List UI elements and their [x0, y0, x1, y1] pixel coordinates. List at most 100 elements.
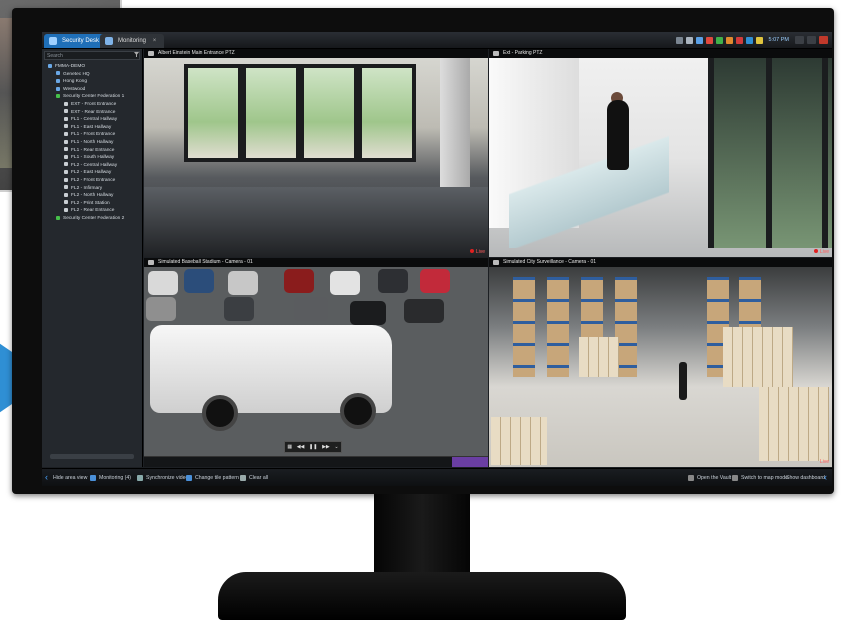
tile-caption: Simulated City Surveillance - Camera - 0…: [489, 258, 832, 267]
change-tile-pattern-button[interactable]: Change tile pattern: [186, 473, 239, 483]
close-tab-icon[interactable]: ×: [153, 38, 157, 44]
tree-item[interactable]: FL1 - South Hallway: [44, 154, 140, 162]
tree-item[interactable]: FMMA-DEMO: [44, 63, 140, 71]
tile-caption: Albert Einstein Main Entrance PTZ: [144, 49, 488, 58]
synchronize-label: Synchronize video: [146, 475, 189, 481]
video-tile-3[interactable]: Simulated Baseball Stadium - Camera - 01: [144, 258, 488, 467]
forward-icon[interactable]: ▶▶: [322, 444, 330, 450]
video-frame: [144, 267, 488, 467]
video-tile-1[interactable]: Albert Einstein Main Entrance PTZ Live: [144, 49, 488, 257]
tree-item[interactable]: FL2 - Print Station: [44, 200, 140, 208]
globe-icon[interactable]: [745, 36, 753, 44]
video-frame: [144, 58, 488, 257]
tree-item[interactable]: FL1 - Rear Entrance: [44, 147, 140, 155]
search-input[interactable]: Search: [44, 51, 140, 60]
tree-item[interactable]: EXT - Rear Entrance: [44, 109, 140, 117]
timeline-marker[interactable]: [452, 457, 488, 467]
person: [607, 100, 629, 170]
chevron-right-icon[interactable]: ‹: [824, 472, 827, 482]
open-vault-button[interactable]: Open the Vault: [688, 473, 731, 483]
tree-item[interactable]: FL2 - East Hallway: [44, 169, 140, 177]
tree-item[interactable]: FL1 - North Hallway: [44, 139, 140, 147]
tree-item-label: FL2 - Front Entrance: [71, 177, 116, 183]
tree-item-label: EXT - Front Entrance: [71, 101, 117, 107]
security-desk-icon: [49, 37, 57, 45]
warning-icon[interactable]: [755, 36, 763, 44]
live-label: Live: [819, 249, 829, 255]
live-dot-icon: [813, 249, 818, 253]
camera-icon: [64, 132, 68, 137]
maximize-button[interactable]: [807, 36, 816, 44]
tree-item-label: FMMA-DEMO: [55, 64, 86, 69]
parked-car: [224, 297, 254, 321]
tab-security-desk[interactable]: Security Desk: [44, 34, 108, 48]
box-stack: [723, 327, 793, 387]
parked-car: [404, 299, 444, 323]
window-frame: [822, 58, 828, 248]
hide-area-view-button[interactable]: Hide area view: [53, 473, 87, 483]
monitoring-button[interactable]: Monitoring (4): [90, 473, 131, 483]
lobby-window: [184, 64, 242, 162]
tray-icon-2[interactable]: [685, 36, 693, 44]
clear-all-button[interactable]: Clear all: [240, 473, 268, 483]
tree-item-label: FL1 - Central Hallway: [71, 117, 118, 123]
tree-item[interactable]: EXT - Front Entrance: [44, 101, 140, 109]
tree-item-label: FL2 - Infirmary: [71, 185, 103, 191]
tree-item[interactable]: FL2 - Rear Entrance: [44, 207, 140, 215]
camera-icon: [493, 51, 499, 56]
synchronize-video-button[interactable]: Synchronize video: [137, 473, 188, 483]
tree-item[interactable]: FL2 - North Hallway: [44, 192, 140, 200]
tree-item[interactable]: Security Center Federation 2: [44, 215, 140, 223]
close-window-button[interactable]: [819, 36, 828, 44]
parked-car: [148, 271, 178, 295]
layout-icon[interactable]: ▦: [287, 444, 292, 450]
tree-item[interactable]: Security Center Federation 1: [44, 93, 140, 101]
panel-scrollbar[interactable]: [50, 454, 134, 459]
tree-item[interactable]: FL2 - Central Hallway: [44, 162, 140, 170]
video-tile-2[interactable]: Ext - Parking PTZ Live: [489, 49, 832, 257]
warehouse-rack: [513, 277, 535, 377]
tree-item-label: FL1 - Front Entrance: [71, 132, 116, 138]
live-dot-icon: [469, 249, 474, 253]
alarm-icon[interactable]: [705, 36, 713, 44]
tray-icon-1[interactable]: [675, 36, 683, 44]
map-mode-button[interactable]: Switch to map mode: [732, 473, 788, 483]
tab-bar: Security Desk Monitoring × 5:07 PM: [42, 32, 832, 49]
tab-monitoring[interactable]: Monitoring ×: [100, 34, 165, 48]
minimize-button[interactable]: [795, 36, 804, 44]
staircase: [509, 118, 669, 248]
show-dashboard-button[interactable]: Show dashboard: [786, 473, 825, 483]
rewind-icon[interactable]: ◀◀: [297, 444, 305, 450]
camera-icon: [493, 260, 499, 265]
parked-car: [146, 297, 176, 321]
camera-icon: [64, 200, 68, 205]
tree-item[interactable]: FL1 - Central Hallway: [44, 116, 140, 124]
tray-icon-3[interactable]: [695, 36, 703, 44]
tree-item[interactable]: FL1 - East Hallway: [44, 124, 140, 132]
chevron-left-icon[interactable]: ‹: [45, 472, 48, 482]
timeline[interactable]: [144, 456, 488, 467]
camera-icon: [64, 147, 68, 152]
tree-item[interactable]: Hong Kong: [44, 78, 140, 86]
tree-item[interactable]: FL2 - Front Entrance: [44, 177, 140, 185]
tree-item[interactable]: FL1 - Front Entrance: [44, 131, 140, 139]
monitor-screen: Security Desk Monitoring × 5:07 PM Searc…: [42, 32, 832, 486]
notification-icon[interactable]: [725, 36, 733, 44]
van-wheel: [202, 395, 238, 431]
tree-item[interactable]: FL2 - Infirmary: [44, 185, 140, 193]
tree-item[interactable]: Genetec HQ: [44, 71, 140, 79]
monitoring-label: Monitoring (4): [99, 475, 132, 481]
tree-item[interactable]: Westwood: [44, 86, 140, 94]
video-frame: [489, 58, 832, 257]
more-options-icon[interactable]: ⌄: [334, 444, 338, 450]
bottom-toolbar: ‹ Hide area view Monitoring (4) Synchron…: [42, 468, 832, 486]
video-tile-4[interactable]: Simulated City Surveillance - Camera - 0…: [489, 258, 832, 467]
pause-icon[interactable]: ❚❚: [309, 444, 317, 450]
clock: 5:07 PM: [768, 37, 789, 43]
status-icon[interactable]: [715, 36, 723, 44]
window-frame: [708, 58, 714, 248]
tree-item-label: Security Center Federation 1: [63, 94, 125, 100]
alert-icon[interactable]: [735, 36, 743, 44]
tile-title: Simulated Baseball Stadium - Camera - 01: [158, 259, 253, 265]
camera-icon: [64, 170, 68, 175]
